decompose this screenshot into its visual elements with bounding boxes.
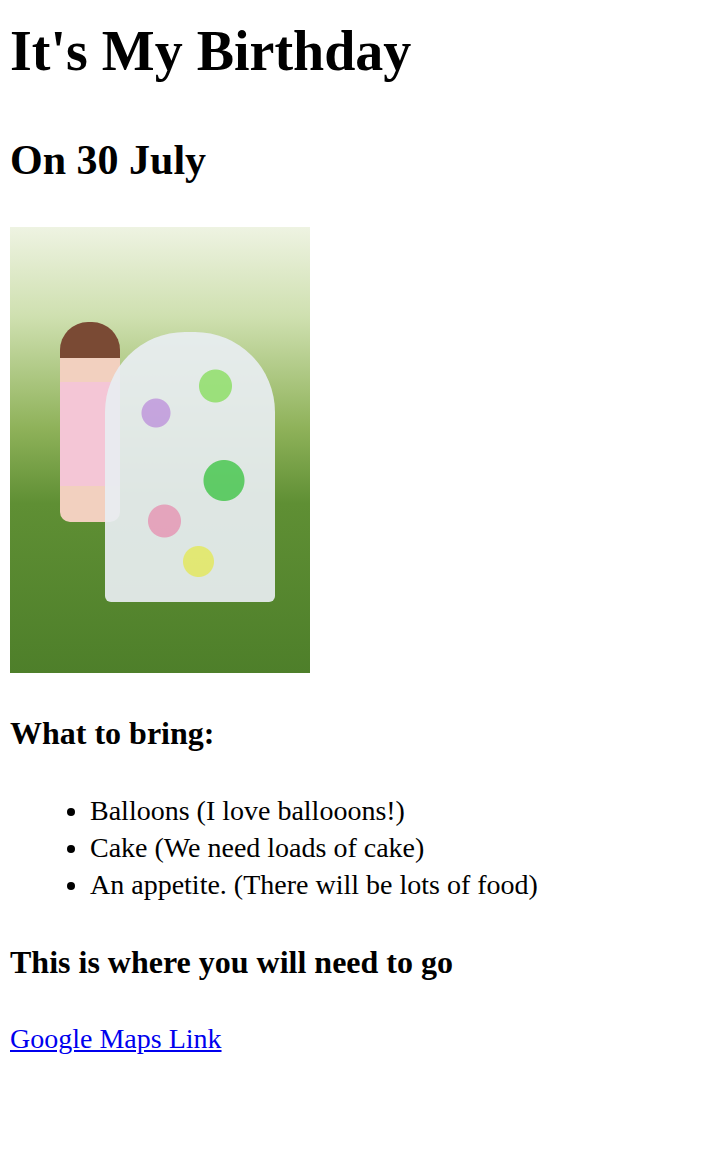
link-row: Google Maps Link	[10, 1020, 704, 1057]
page-title: It's My Birthday	[10, 18, 704, 85]
page: It's My Birthday On 30 July What to bring:…	[0, 0, 714, 1097]
location-heading: This is where you will need to go	[10, 942, 704, 982]
bring-item: An appetite. (There will be lots of food…	[90, 866, 704, 903]
birthday-photo	[10, 227, 310, 673]
bring-item: Cake (We need loads of cake)	[90, 829, 704, 866]
maps-link[interactable]: Google Maps Link	[10, 1020, 222, 1057]
party-date: On 30 July	[10, 135, 704, 185]
bring-item: Balloons (I love ballooons!)	[90, 792, 704, 829]
bring-list: Balloons (I love ballooons!)Cake (We nee…	[10, 792, 704, 903]
number-two-balloons	[105, 332, 275, 602]
bring-heading: What to bring:	[10, 713, 704, 753]
